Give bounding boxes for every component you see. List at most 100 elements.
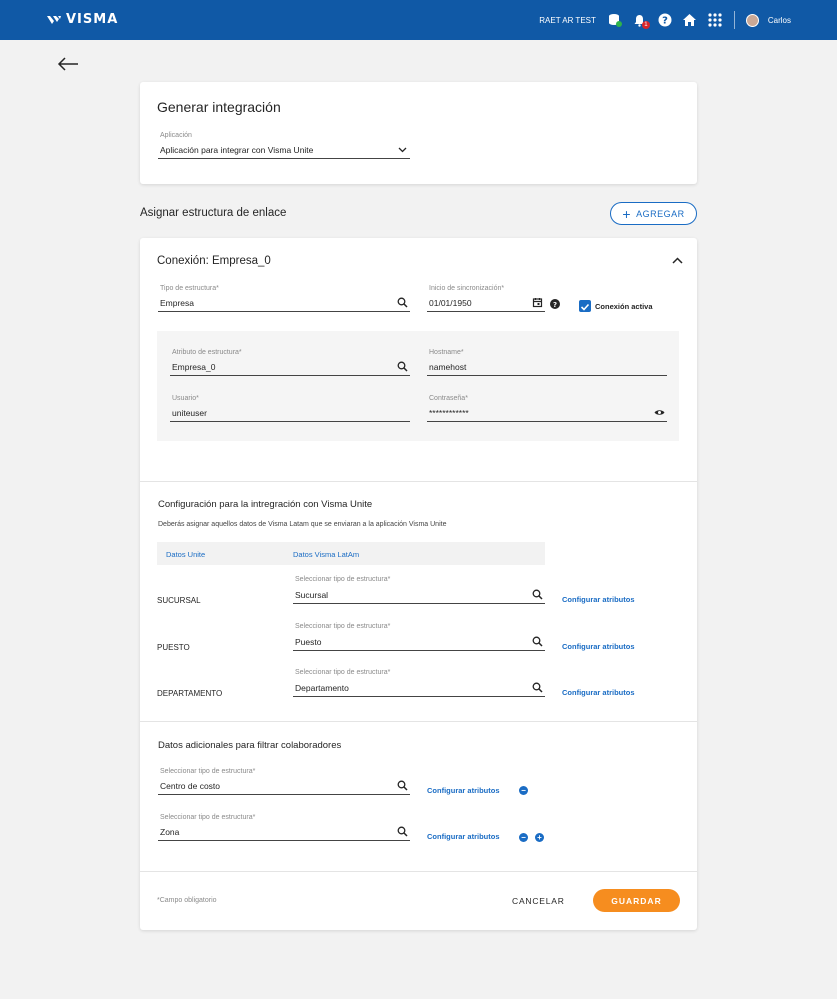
page-title: Generar integración — [157, 99, 281, 115]
brand-name: VISMA — [66, 12, 119, 27]
configure-attributes-link[interactable]: Configurar atributos — [562, 595, 635, 604]
application-select[interactable]: Aplicación Aplicación para integrar con … — [158, 132, 410, 159]
cost-center-field[interactable]: Seleccionar tipo de estructura* Centro d… — [158, 768, 410, 795]
tenant-name[interactable]: RAET AR TEST — [539, 16, 596, 25]
sync-start-date-field[interactable]: Inicio de sincronización* 01/01/1950 — [427, 285, 545, 312]
required-note: *Campo obligatorio — [157, 897, 217, 904]
configure-attributes-link[interactable]: Configurar atributos — [427, 832, 500, 841]
plus-icon: + — [537, 833, 542, 842]
hostname-label: Hostname* — [429, 349, 464, 356]
row-label: PUESTO — [157, 643, 190, 652]
username-label: Usuario* — [172, 395, 199, 402]
password-field[interactable]: Contraseña* ************ — [427, 395, 667, 422]
active-connection-checkbox[interactable] — [579, 300, 591, 312]
eye-icon[interactable] — [654, 407, 665, 418]
col-datos-visma: Datos Visma LatAm — [293, 550, 360, 559]
section-divider — [140, 481, 697, 482]
home-icon[interactable] — [682, 12, 698, 28]
zone-field[interactable]: Seleccionar tipo de estructura* Zona — [158, 814, 410, 841]
search-icon[interactable] — [532, 636, 543, 647]
structure-attribute-field[interactable]: Atributo de estructura* Empresa_0 — [170, 349, 410, 376]
help-icon[interactable]: ? — [550, 299, 560, 309]
application-label: Aplicación — [160, 132, 192, 139]
configure-attributes-link[interactable]: Configurar atributos — [562, 642, 635, 651]
config-subtitle: Deberás asignar aquellos datos de Visma … — [158, 521, 447, 528]
svg-text:?: ? — [553, 301, 557, 309]
help-icon[interactable]: ? — [657, 12, 673, 28]
sync-start-value: 01/01/1950 — [429, 298, 472, 308]
section-title: Asignar estructura de enlace — [140, 207, 287, 219]
field-value: Departamento — [295, 683, 349, 693]
search-icon[interactable] — [397, 780, 408, 791]
search-icon[interactable] — [532, 682, 543, 693]
structure-attribute-value: Empresa_0 — [172, 362, 216, 372]
search-icon[interactable] — [532, 589, 543, 600]
username-value: uniteuser — [172, 408, 207, 418]
chevron-up-icon[interactable] — [671, 256, 684, 266]
connection-card: Conexión: Empresa_0 Tipo de estructura* … — [140, 238, 697, 930]
field-label: Seleccionar tipo de estructura* — [295, 623, 391, 630]
bell-icon[interactable]: 1 — [632, 12, 650, 29]
add-button-label: AGREGAR — [636, 208, 685, 219]
config-title: Configuración para la intregración con V… — [158, 499, 373, 510]
topbar-divider — [733, 11, 735, 29]
add-button[interactable]: + AGREGAR — [610, 202, 697, 225]
back-arrow-icon[interactable] — [57, 56, 79, 72]
apps-grid-icon[interactable] — [707, 12, 723, 28]
structure-type-value: Empresa — [160, 298, 195, 308]
field-label: Seleccionar tipo de estructura* — [160, 814, 256, 821]
notification-badge: 1 — [641, 21, 650, 29]
field-value: Zona — [160, 827, 180, 837]
connection-details-panel: Atributo de estructura* Empresa_0 Hostna… — [157, 331, 679, 441]
sucursal-structure-field[interactable]: Seleccionar tipo de estructura* Sucursal — [293, 576, 545, 604]
svg-text:?: ? — [662, 16, 668, 27]
username-field[interactable]: Usuario* uniteuser — [170, 395, 410, 422]
col-datos-unite: Datos Unite — [166, 550, 206, 559]
section-divider — [140, 721, 697, 722]
connection-title: Conexión: Empresa_0 — [157, 255, 271, 267]
generate-integration-card: Generar integración Aplicación Aplicació… — [140, 82, 697, 184]
chevron-down-icon — [398, 147, 407, 153]
save-button[interactable]: GUARDAR — [593, 889, 680, 912]
minus-icon: − — [521, 786, 526, 795]
row-label: DEPARTAMENTO — [157, 689, 223, 698]
structure-type-label: Tipo de estructura* — [160, 285, 219, 292]
field-value: Centro de costo — [160, 781, 221, 791]
field-value: Puesto — [295, 637, 322, 647]
database-check-icon[interactable] — [607, 12, 623, 28]
search-icon[interactable] — [397, 297, 408, 308]
password-label: Contraseña* — [429, 395, 468, 402]
row-label: SUCURSAL — [157, 596, 201, 605]
puesto-structure-field[interactable]: Seleccionar tipo de estructura* Puesto — [293, 623, 545, 651]
user-name[interactable]: Carlos — [768, 16, 791, 25]
section-divider — [140, 871, 697, 872]
minus-icon: − — [521, 833, 526, 842]
remove-filter-button[interactable]: − — [519, 833, 528, 842]
hostname-value: namehost — [429, 362, 467, 372]
configure-attributes-link[interactable]: Configurar atributos — [427, 786, 500, 795]
departamento-structure-field[interactable]: Seleccionar tipo de estructura* Departam… — [293, 669, 545, 697]
sync-start-label: Inicio de sincronización* — [429, 285, 505, 292]
field-value: Sucursal — [295, 590, 329, 600]
application-value: Aplicación para integrar con Visma Unite — [160, 145, 314, 155]
add-filter-button[interactable]: + — [535, 833, 544, 842]
top-actions: RAET AR TEST 1 ? Carlos — [539, 0, 791, 40]
avatar[interactable] — [745, 13, 759, 27]
plus-icon: + — [622, 205, 632, 222]
search-icon[interactable] — [397, 826, 408, 837]
remove-filter-button[interactable]: − — [519, 786, 528, 795]
hostname-field[interactable]: Hostname* namehost — [427, 349, 667, 376]
check-icon — [580, 303, 590, 311]
structure-type-field[interactable]: Tipo de estructura* Empresa — [158, 285, 410, 312]
visma-logo[interactable]: VISMA — [46, 12, 118, 27]
extra-title: Datos adicionales para filtrar colaborad… — [158, 740, 342, 751]
structure-attribute-label: Atributo de estructura* — [172, 349, 242, 356]
field-label: Seleccionar tipo de estructura* — [160, 768, 256, 775]
calendar-icon[interactable] — [532, 297, 543, 308]
search-icon[interactable] — [397, 361, 408, 372]
configure-attributes-link[interactable]: Configurar atributos — [562, 688, 635, 697]
field-label: Seleccionar tipo de estructura* — [295, 669, 391, 676]
password-value: ************ — [429, 408, 469, 418]
active-connection-label: Conexión activa — [595, 302, 653, 311]
cancel-button[interactable]: CANCELAR — [512, 896, 565, 906]
